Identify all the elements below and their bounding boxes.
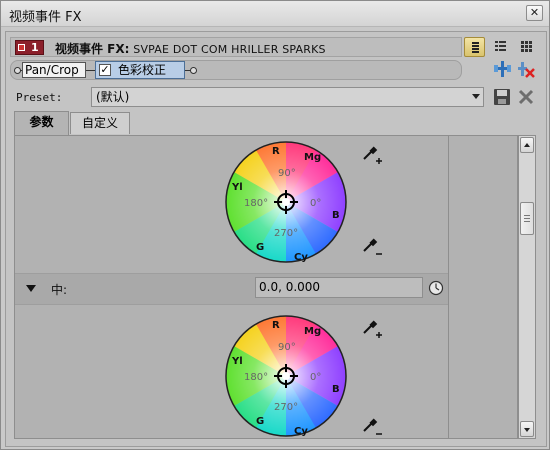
fx-chain: Pan/Crop ✓ 色彩校正 xyxy=(10,60,462,80)
remove-fx-button[interactable] xyxy=(516,59,536,79)
bypass-square-icon xyxy=(18,44,25,51)
save-preset-icon xyxy=(494,89,510,105)
wheel-label-yl: Yl xyxy=(231,356,243,367)
wheel-degree-90: 90° xyxy=(278,342,296,353)
plugin-header: 1 视频事件 FX: SVPAE DOT COM HRILLER SPARKS xyxy=(10,37,462,57)
section-divider xyxy=(15,304,448,305)
eyedropper-plus-icon xyxy=(363,320,382,338)
parameters-content: R Mg B Cy G Yl 90° 180° 0° 270° 中: 0.0, … xyxy=(14,135,518,439)
delete-preset-button[interactable] xyxy=(516,87,536,107)
keyframe-clock-icon xyxy=(428,280,444,296)
wheel-label-g: G xyxy=(256,242,264,253)
wheel-degree-180: 180° xyxy=(244,198,268,209)
midtone-section-row: 中: 0.0, 0.000 xyxy=(15,274,448,304)
detail-view-icon xyxy=(472,42,479,53)
fx-panel: 1 视频事件 FX: SVPAE DOT COM HRILLER SPARKS xyxy=(5,31,547,447)
close-button[interactable]: ✕ xyxy=(526,5,543,21)
chain-item-label: 色彩校正 xyxy=(118,63,167,77)
color-wheel-graphic: R Mg B Cy G Yl 90° 180° 0° 270° xyxy=(225,141,347,263)
chain-reorder-button[interactable] xyxy=(492,59,512,79)
scroll-down-button[interactable] xyxy=(520,421,534,437)
save-preset-button[interactable] xyxy=(492,87,512,107)
window-title: 视频事件 FX xyxy=(9,10,82,25)
fx-name: SVPAE DOT COM HRILLER SPARKS xyxy=(133,43,326,56)
color-wheel-midtone[interactable]: R Mg B Cy G Yl 90° 180° 0° 270° xyxy=(224,314,348,438)
wheel-degree-0: 0° xyxy=(310,198,321,209)
preset-dropdown[interactable]: (默认) xyxy=(91,87,484,107)
eyedropper-plus-button[interactable] xyxy=(361,318,383,340)
chain-item-color-correction[interactable]: ✓ 色彩校正 xyxy=(95,61,185,79)
fx-title: 视频事件 FX: SVPAE DOT COM HRILLER SPARKS xyxy=(55,40,326,57)
wheel-label-yl: Yl xyxy=(231,182,243,193)
detail-view-button[interactable] xyxy=(464,37,485,57)
eyedropper-minus-button[interactable] xyxy=(361,416,383,438)
vertical-scrollbar[interactable] xyxy=(518,135,536,439)
wheel-degree-90: 90° xyxy=(278,168,296,179)
wheel-label-r: R xyxy=(272,146,280,157)
eyedropper-minus-button[interactable] xyxy=(361,236,383,258)
plugin-badge[interactable]: 1 xyxy=(15,40,44,55)
wheel-label-g: G xyxy=(256,416,264,427)
eyedropper-minus-icon xyxy=(363,238,382,255)
midtone-value-field[interactable]: 0.0, 0.000 xyxy=(255,277,423,298)
eyedropper-plus-button[interactable] xyxy=(361,144,383,166)
grid-view-button[interactable] xyxy=(516,37,537,57)
tab-custom[interactable]: 自定义 xyxy=(70,112,130,134)
grid-view-icon xyxy=(521,41,532,52)
wheel-label-r: R xyxy=(272,320,280,331)
collapse-triangle-icon[interactable] xyxy=(26,285,36,292)
wheel-degree-270: 270° xyxy=(274,402,298,413)
color-wheel-graphic: R Mg B Cy G Yl 90° 180° 0° 270° xyxy=(225,315,347,437)
video-event-fx-window: 视频事件 FX ✕ 1 视频事件 FX: SVPAE DOT COM HRILL… xyxy=(0,0,550,450)
chain-end-node xyxy=(190,67,197,74)
wheel-label-mg: Mg xyxy=(304,152,321,163)
plugin-badge-number: 1 xyxy=(31,41,39,54)
eyedropper-plus-icon xyxy=(363,146,382,164)
eyedropper-minus-icon xyxy=(363,418,382,435)
tab-parameters[interactable]: 参数 xyxy=(14,111,69,135)
scroll-up-button[interactable] xyxy=(520,137,534,153)
delete-preset-icon xyxy=(518,89,534,105)
keyframe-clock-button[interactable] xyxy=(428,280,444,296)
wheel-degree-180: 180° xyxy=(244,372,268,383)
enable-checkbox[interactable]: ✓ xyxy=(99,64,111,76)
wheel-label-b: B xyxy=(332,384,340,395)
preset-label: Preset: xyxy=(16,91,63,104)
chain-reorder-icon xyxy=(494,61,511,77)
wheel-label-b: B xyxy=(332,210,340,221)
section-label: 中: xyxy=(51,283,68,297)
wheel-label-cy: Cy xyxy=(294,426,308,437)
chevron-down-icon xyxy=(472,94,480,99)
list-view-button[interactable] xyxy=(490,37,511,57)
content-gutter-divider xyxy=(448,136,449,438)
preset-value: (默认) xyxy=(96,90,130,104)
color-wheel-top[interactable]: R Mg B Cy G Yl 90° 180° 0° 270° xyxy=(224,140,348,264)
wheel-label-mg: Mg xyxy=(304,326,321,337)
list-view-icon xyxy=(495,41,506,51)
wheel-degree-270: 270° xyxy=(274,228,298,239)
remove-fx-icon xyxy=(518,62,535,78)
wheel-degree-0: 0° xyxy=(310,372,321,383)
title-bar[interactable]: 视频事件 FX ✕ xyxy=(1,1,549,27)
wheel-label-cy: Cy xyxy=(294,252,308,263)
chain-item-pan-crop[interactable]: Pan/Crop xyxy=(22,62,86,78)
fx-label: 视频事件 FX: xyxy=(55,42,130,56)
scroll-thumb[interactable] xyxy=(520,202,534,235)
